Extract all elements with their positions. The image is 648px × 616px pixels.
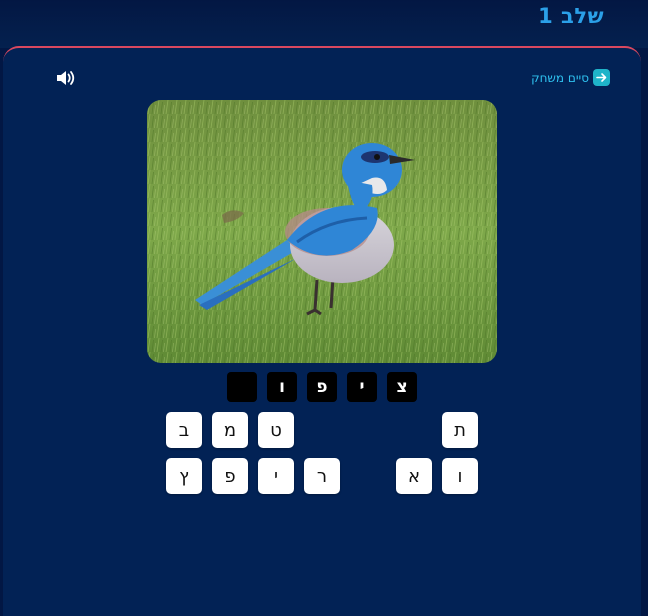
letter-tile[interactable]: א: [396, 458, 432, 494]
top-bar: שלב 1: [0, 0, 648, 48]
answer-row: ו פ י צ: [227, 372, 417, 402]
letter-tile[interactable]: פ: [212, 458, 248, 494]
answer-slot[interactable]: ו: [267, 372, 297, 402]
letter-tile[interactable]: י: [258, 458, 294, 494]
answer-slot[interactable]: [227, 372, 257, 402]
letter-tile[interactable]: ט: [258, 412, 294, 448]
answer-slot[interactable]: צ: [387, 372, 417, 402]
answer-slot[interactable]: פ: [307, 372, 337, 402]
level-title: שלב 1: [538, 4, 604, 28]
end-game-button[interactable]: סיים משחק: [531, 69, 610, 86]
letter-tile[interactable]: ו: [442, 458, 478, 494]
speaker-icon[interactable]: [53, 66, 77, 90]
letter-tile[interactable]: ב: [166, 412, 202, 448]
letter-tile[interactable]: ר: [304, 458, 340, 494]
arrow-right-icon: [593, 69, 610, 86]
bird-photo: [147, 100, 497, 363]
letter-tile[interactable]: ץ: [166, 458, 202, 494]
end-game-label: סיים משחק: [531, 70, 589, 85]
letter-tile[interactable]: ת: [442, 412, 478, 448]
letter-tile[interactable]: מ: [212, 412, 248, 448]
answer-slot[interactable]: י: [347, 372, 377, 402]
